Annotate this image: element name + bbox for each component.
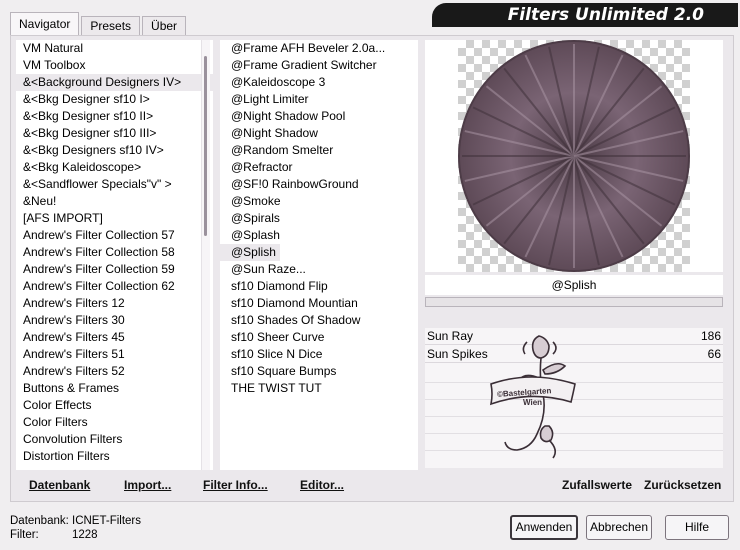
filter-count-label: Filter:	[10, 529, 39, 541]
tab-presets[interactable]: Presets	[81, 16, 141, 36]
status-info: Datenbank: ICNET-Filters Filter: 1228	[10, 514, 141, 542]
category-item[interactable]: &<Background Designers IV>	[16, 74, 213, 91]
watermark-text-2: Wien	[523, 398, 543, 407]
category-item[interactable]: Andrew's Filter Collection 58	[16, 244, 213, 261]
category-item[interactable]: Andrew's Filters 12	[16, 295, 213, 312]
tab-about[interactable]: Über	[142, 16, 187, 36]
filter-item[interactable]: sf10 Diamond Flip	[220, 278, 418, 295]
slider-label: Sun Spikes	[427, 347, 488, 361]
filter-item[interactable]: @Random Smelter	[220, 142, 418, 159]
help-button[interactable]: Hilfe	[665, 515, 729, 540]
database-button[interactable]: Datenbank	[29, 478, 90, 492]
filter-item[interactable]: @Night Shadow	[220, 125, 418, 142]
tab-bar: Navigator Presets Über	[10, 12, 188, 36]
tab-navigator[interactable]: Navigator	[10, 12, 80, 36]
preview-image	[458, 40, 690, 272]
filter-item[interactable]: sf10 Slice N Dice	[220, 346, 418, 363]
category-item[interactable]: Distortion Filters	[16, 448, 213, 465]
filter-list[interactable]: @Frame AFH Beveler 2.0a... @Frame Gradien…	[220, 40, 418, 470]
filter-item[interactable]: @Frame AFH Beveler 2.0a...	[220, 40, 418, 57]
category-item[interactable]: &<Bkg Designer sf10 I>	[16, 91, 213, 108]
filter-item[interactable]: @Sun Raze...	[220, 261, 418, 278]
filter-item[interactable]: @Refractor	[220, 159, 418, 176]
filter-item[interactable]: @Light Limiter	[220, 91, 418, 108]
category-item[interactable]: Color Effects	[16, 397, 213, 414]
category-item[interactable]: &<Bkg Designers sf10 IV>	[16, 142, 213, 159]
category-item[interactable]: Andrew's Filter Collection 59	[16, 261, 213, 278]
slider-value: 66	[707, 347, 721, 361]
filter-item[interactable]: sf10 Diamond Mountian	[220, 295, 418, 312]
left-toolbar: Datenbank Import... Filter Info... Edito…	[16, 474, 418, 498]
category-item[interactable]: Buttons & Frames	[16, 380, 213, 397]
filter-item[interactable]: THE TWIST TUT	[220, 380, 418, 397]
filter-item[interactable]: sf10 Shades Of Shadow	[220, 312, 418, 329]
category-item[interactable]: &<Bkg Designer sf10 III>	[16, 125, 213, 142]
category-item[interactable]: &<Sandflower Specials"v" >	[16, 176, 213, 193]
category-item[interactable]: Color Filters	[16, 414, 213, 431]
preview-panel	[425, 40, 723, 272]
category-item[interactable]: Andrew's Filters 45	[16, 329, 213, 346]
cancel-button[interactable]: Abbrechen	[586, 515, 652, 540]
slider-label: Sun Ray	[427, 329, 474, 343]
category-item[interactable]: Andrew's Filters 30	[16, 312, 213, 329]
filter-item[interactable]: sf10 Square Bumps	[220, 363, 418, 380]
category-item[interactable]: [AFS IMPORT]	[16, 210, 213, 227]
database-value: ICNET-Filters	[72, 515, 141, 527]
category-item[interactable]: &<Bkg Kaleidoscope>	[16, 159, 213, 176]
filter-item[interactable]: @Night Shadow Pool	[220, 108, 418, 125]
filter-item[interactable]: @Splish	[220, 244, 280, 261]
category-scrollbar[interactable]	[201, 40, 210, 470]
category-item[interactable]: Andrew's Filters 51	[16, 346, 213, 363]
filter-item[interactable]: sf10 Sheer Curve	[220, 329, 418, 346]
filter-controls: Sun Ray 186 Sun Spikes 66 ©Bastelgarten …	[425, 328, 723, 468]
category-item[interactable]: Andrew's Filters 52	[16, 363, 213, 380]
slider-value: 186	[700, 329, 721, 343]
filter-item[interactable]: @Spirals	[220, 210, 418, 227]
selected-filter-name: @Splish	[425, 275, 723, 295]
apply-button[interactable]: Anwenden	[510, 515, 578, 540]
filter-count-value: 1228	[72, 529, 98, 541]
editor-button[interactable]: Editor...	[300, 478, 344, 492]
filter-item[interactable]: @Smoke	[220, 193, 418, 210]
scrollbar-thumb[interactable]	[204, 56, 207, 236]
category-item[interactable]: VM Toolbox	[16, 57, 213, 74]
category-item[interactable]: &<Bkg Designer sf10 II>	[16, 108, 213, 125]
category-item[interactable]: VM Natural	[16, 40, 213, 57]
database-label: Datenbank:	[10, 515, 69, 527]
category-item[interactable]: &Neu!	[16, 193, 213, 210]
import-button[interactable]: Import...	[124, 478, 171, 492]
category-item[interactable]: Convolution Filters	[16, 431, 213, 448]
progress-bar	[425, 297, 723, 307]
right-toolbar: Zufallswerte Zurücksetzen	[425, 474, 723, 498]
category-item[interactable]: Andrew's Filter Collection 62	[16, 278, 213, 295]
filter-item[interactable]: @Frame Gradient Switcher	[220, 57, 418, 74]
filter-item[interactable]: @Kaleidoscope 3	[220, 74, 418, 91]
filter-item[interactable]: @Splash	[220, 227, 418, 244]
filter-info-button[interactable]: Filter Info...	[203, 478, 268, 492]
app-banner-title: Filters Unlimited 2.0	[432, 3, 738, 27]
random-values-button[interactable]: Zufallswerte	[562, 478, 632, 492]
category-item[interactable]: Andrew's Filter Collection 57	[16, 227, 213, 244]
reset-button[interactable]: Zurücksetzen	[644, 478, 721, 492]
filter-item[interactable]: @SF!0 RainbowGround	[220, 176, 418, 193]
category-list[interactable]: VM Natural VM Toolbox &<Background Designe…	[16, 40, 213, 470]
